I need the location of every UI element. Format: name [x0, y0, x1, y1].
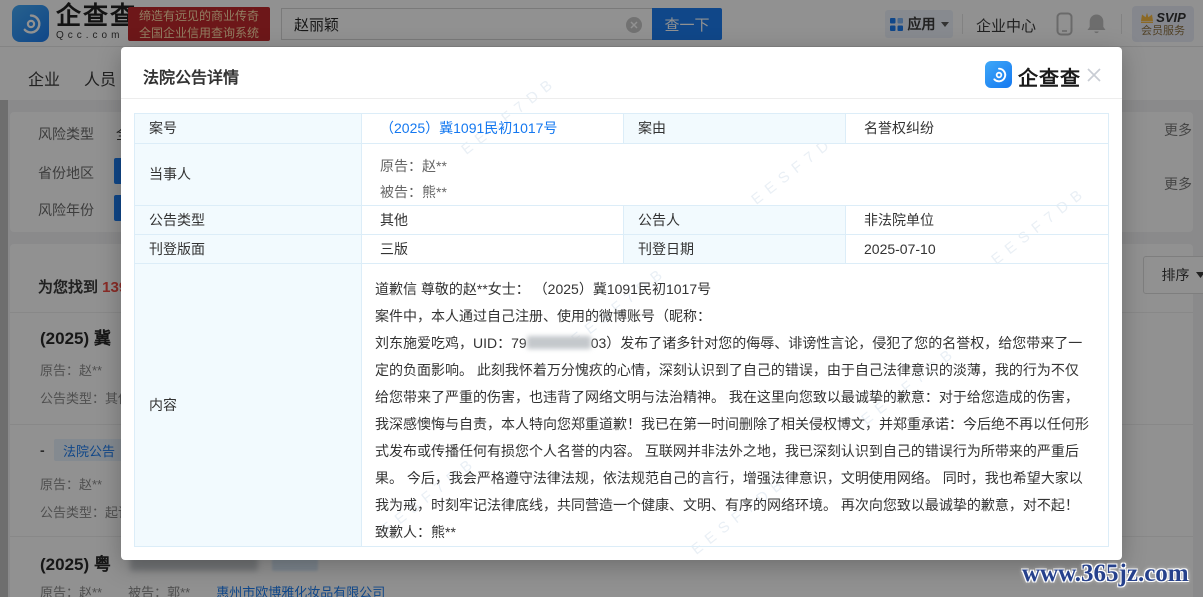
qcc-page: 企查查 Qcc.com 缔造有远见的商业传奇 全国企业信用查询系统 查一下 [0, 0, 1203, 597]
modal-brand-text: 企查查 [1018, 62, 1081, 91]
table-row-type: 公告类型 其他 公告人 非法院单位 [135, 205, 1108, 234]
announcer-value: 非法院单位 [845, 206, 1108, 234]
plaintiff-line: 原告：赵** [380, 153, 1108, 179]
cause-label: 案由 [623, 114, 845, 143]
case-no-label: 案号 [135, 114, 361, 143]
content-p3-post: 03）发布了诸多针对您的侮辱、诽谤性言论，侵犯了您的名誉权，给您带来了一定的负面… [375, 335, 1089, 540]
modal-header-divider [121, 98, 1122, 99]
content-p3-pre: 刘东施爱吃鸡，UID：79 [375, 335, 527, 351]
qcc-spiral-glyph [990, 66, 1008, 84]
table-row-publication: 刊登版面 三版 刊登日期 2025-07-10 [135, 234, 1108, 263]
content-paragraph-2: 案件中，本人通过自己注册、使用的微博账号（昵称： [375, 303, 1092, 330]
layout-value: 三版 [361, 235, 623, 263]
party-label: 当事人 [135, 144, 361, 205]
content-label: 内容 [135, 264, 361, 546]
cause-value: 名誉权纠纷 [845, 114, 1108, 143]
type-value: 其他 [361, 206, 623, 234]
layout-label: 刊登版面 [135, 235, 361, 263]
content-value: 道歉信 尊敬的赵**女士： （2025）冀1091民初1017号 案件中，本人通… [361, 264, 1108, 546]
content-paragraph-3: 刘东施爱吃鸡，UID：7903）发布了诸多针对您的侮辱、诽谤性言论，侵犯了您的名… [375, 330, 1092, 546]
close-icon[interactable] [1084, 65, 1104, 85]
announcer-label: 公告人 [623, 206, 845, 234]
table-row-case: 案号 （2025）冀1091民初1017号 案由 名誉权纠纷 [135, 114, 1108, 143]
date-value: 2025-07-10 [845, 235, 1108, 263]
case-no-link[interactable]: （2025）冀1091民初1017号 [380, 118, 557, 138]
announcement-detail-table: 案号 （2025）冀1091民初1017号 案由 名誉权纠纷 当事人 原告：赵*… [134, 113, 1109, 547]
content-paragraph-1: 道歉信 尊敬的赵**女士： （2025）冀1091民初1017号 [375, 276, 1092, 303]
table-row-content: 内容 道歉信 尊敬的赵**女士： （2025）冀1091民初1017号 案件中，… [135, 263, 1108, 546]
table-row-parties: 当事人 原告：赵** 被告：熊** [135, 143, 1108, 205]
uid-redacted-blur [527, 336, 591, 349]
party-value: 原告：赵** 被告：熊** [361, 144, 1108, 205]
defendant-line: 被告：熊** [380, 179, 1108, 205]
modal-title: 法院公告详情 [143, 64, 239, 88]
date-label: 刊登日期 [623, 235, 845, 263]
type-label: 公告类型 [135, 206, 361, 234]
qcc-logo-icon-modal [985, 61, 1012, 88]
court-announcement-modal: EESF7DB EESF7DB EESF7DB EESF7DB EESF7DB … [121, 47, 1122, 560]
site-watermark: www.365jz.com [1022, 560, 1189, 588]
